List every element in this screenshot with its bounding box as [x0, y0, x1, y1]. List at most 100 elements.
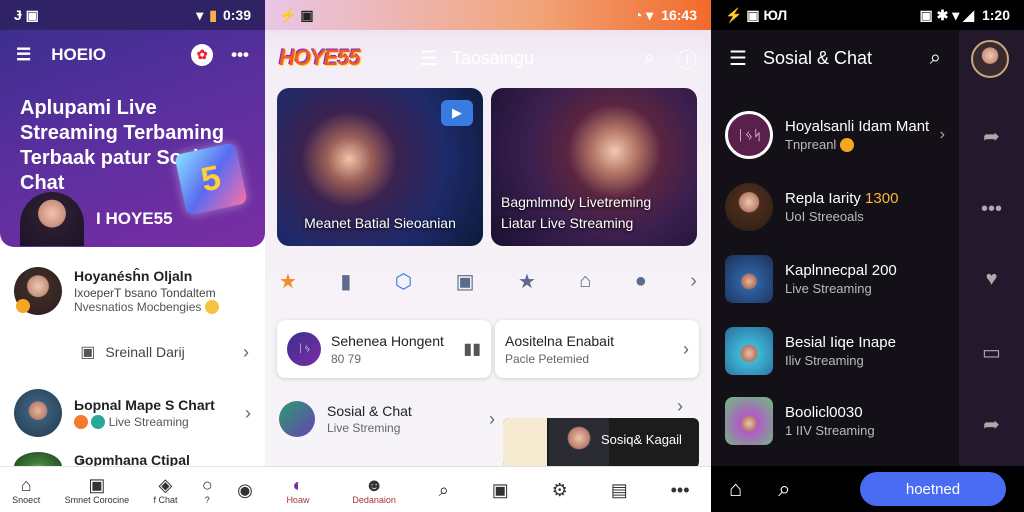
chat-row[interactable]: Kaplnnecpal 200 Live Streaming	[711, 244, 959, 314]
nav-profile[interactable]: ○?	[202, 475, 213, 505]
profile-icon: ☻	[364, 474, 384, 495]
pin-icon[interactable]: ●	[635, 270, 647, 293]
box-icon[interactable]: ▣	[456, 269, 475, 294]
chevron-right-icon: ›	[245, 402, 251, 423]
panel-middle: ⚡ ▣ ◔ ▾ 16:43 HOYE55 ☰ Taosaingu ⌕ ⓘ ▶ M…	[265, 0, 711, 512]
info-card[interactable]: ᛁᛃ Sehenea Hongent 80 79 ▮▮	[277, 320, 491, 378]
chat-row[interactable]: Besial Iiqe Inape Iliv Streaming	[711, 316, 959, 386]
share-icon[interactable]: ➦	[959, 124, 1024, 149]
chevron-right-icon: ›	[489, 408, 495, 429]
chevron-right-icon[interactable]: ›	[690, 270, 697, 293]
search-icon[interactable]: ⌕	[930, 47, 941, 70]
item-title: Besial Iiqe Inape	[785, 334, 896, 351]
verified-icon	[91, 415, 106, 430]
heart-icon[interactable]: ♥	[959, 268, 1024, 291]
channel-logo: ᛁᛃᛋ	[725, 111, 773, 159]
more-icon[interactable]: •••	[959, 198, 1024, 221]
card-caption: Meanet Batial Sieoanian	[304, 215, 456, 231]
chart-icon[interactable]: ▮	[340, 269, 351, 294]
avatar	[725, 183, 773, 231]
chevron-right-icon[interactable]: ›	[677, 396, 683, 417]
item-subtitle: Iliv Streaming	[785, 353, 864, 368]
more-icon: ◉	[237, 479, 253, 500]
chevron-right-icon: ›	[243, 341, 249, 362]
chevron-right-icon: ›	[939, 126, 945, 143]
avatar	[14, 267, 62, 315]
nav-camera[interactable]: ▣	[492, 480, 509, 500]
promo-avatar	[549, 418, 609, 468]
signal-bars-icon: ▮▮	[463, 341, 481, 358]
chat-row[interactable]: Repla Iarity 1300 UoI Streeoals	[711, 172, 959, 242]
item-subtitle: Live Streaming	[785, 281, 872, 296]
more-icon: •••	[670, 479, 690, 500]
avatar	[725, 255, 773, 303]
info-card-title: Aositelna Enabait	[505, 332, 614, 349]
item-subtitle: IxoeperT bsano Tondaltem	[74, 285, 216, 300]
search-icon[interactable]: ⌕	[644, 47, 655, 70]
menu-icon[interactable]: ☰	[16, 45, 31, 65]
play-icon[interactable]: ▶	[441, 100, 473, 126]
home-icon[interactable]: ⌂	[579, 270, 591, 293]
star-outline-icon[interactable]: ★	[518, 269, 536, 294]
info-card[interactable]: Aositelna Enabait Pacle Petemied ›	[495, 320, 699, 378]
nav-home[interactable]: ⌂ Snoect	[12, 475, 40, 505]
nav-search[interactable]: ⌕	[439, 480, 449, 500]
avatar	[725, 327, 773, 375]
hero-brand: I HOYE55	[96, 209, 173, 228]
nav-gift[interactable]: ◈ f Chat	[153, 475, 177, 505]
settings-icon: ⚙	[551, 479, 568, 500]
promo-tile[interactable]: Sosiq& Kagail	[503, 418, 699, 468]
battery-icon: ▮	[209, 6, 217, 23]
home-icon[interactable]: ⌂	[729, 476, 742, 502]
hex-icon[interactable]: ⬡	[395, 269, 412, 294]
item-title: Sosial & Chat	[327, 403, 412, 419]
item-title: Ьopnal Mape S Chart	[74, 396, 215, 413]
stream-card[interactable]: ▶ Meanet Batial Sieoanian	[277, 88, 483, 246]
menu-icon[interactable]: ☰	[729, 46, 747, 71]
wifi-icon: ▾	[196, 6, 204, 23]
forward-icon[interactable]: ➦	[959, 412, 1024, 437]
nav-more[interactable]: •••	[671, 480, 690, 500]
chat-row[interactable]: ᛁᛃᛋ Hoyalsanli Idam Mant Tnpreanl ›	[711, 100, 959, 170]
nav-settings[interactable]: ⚙	[552, 480, 568, 500]
item-title: Hoyanésĥn Oljaln	[74, 267, 193, 284]
gift-icon: ◈	[158, 474, 173, 495]
bottom-nav: ⌂ ⌕ hoetned	[711, 466, 1024, 512]
item-title: Sreinall Darij	[105, 344, 185, 360]
signal-icon: ▣ ✱ ▾ ◢	[919, 6, 974, 23]
promo-thumb	[503, 418, 547, 468]
chat-row[interactable]: Boolicl0030 1 IIV Streaming	[711, 386, 959, 456]
nav-gift[interactable]: ▤	[611, 480, 628, 500]
profile-avatar[interactable]	[971, 40, 1009, 78]
search-icon: ⌕	[438, 479, 449, 500]
hero-banner[interactable]: ☰ HOEIO ✿ ••• Aplupami Live Streaming Te…	[0, 30, 265, 247]
info-card-sub: 80 79	[331, 351, 362, 366]
item-subtitle: UoI Streeoals	[785, 209, 864, 224]
badge-icon	[16, 299, 30, 313]
search-icon[interactable]: ⌕	[778, 476, 790, 502]
doc-icon: ▣	[80, 344, 96, 361]
nav-more[interactable]: ◉	[237, 480, 253, 500]
comment-icon[interactable]: ▭	[959, 340, 1024, 365]
status-icons: ⚡ ▣ ЮЛ	[725, 6, 788, 23]
brand-logo[interactable]: HOYE55	[279, 45, 361, 71]
more-icon[interactable]: •••	[231, 45, 249, 65]
nav-home[interactable]: ◐ Hoaw	[286, 475, 309, 505]
list-item[interactable]: Hoyanésĥn Oljaln IxoeperT bsano Tondalte…	[0, 258, 265, 324]
list-item[interactable]: Ьopnal Mape S Chart Live Streaming ›	[0, 380, 265, 446]
primary-action-button[interactable]: hoetned	[860, 472, 1006, 506]
nav-chat[interactable]: ▣ Smnet Corocine	[65, 475, 130, 505]
bottom-nav: ⌂ Snoect ▣ Smnet Corocine ◈ f Chat ○? ◉	[0, 466, 265, 512]
list-item[interactable]: Sosial & Chat Live Streming ›	[279, 394, 495, 444]
list-item-center[interactable]: ▣ Sreinall Darij ›	[0, 324, 265, 380]
profile-icon: ○	[201, 474, 213, 495]
item-subtitle: Live Streming	[327, 421, 401, 435]
item-subtitle: Tnpreanl	[785, 137, 940, 153]
star-icon[interactable]: ★	[279, 269, 297, 294]
nav-profile[interactable]: ☻ Dedanaion	[352, 475, 396, 505]
status-bar: ⚡ ▣ ◔ ▾ 16:43	[265, 0, 711, 30]
info-icon[interactable]: ⓘ	[677, 44, 697, 73]
stream-card[interactable]: Bagmlmndy Livetreming Liatar Live Stream…	[491, 88, 697, 246]
menu-icon[interactable]: ☰	[420, 46, 438, 71]
notification-icon[interactable]: ✿	[191, 44, 214, 66]
